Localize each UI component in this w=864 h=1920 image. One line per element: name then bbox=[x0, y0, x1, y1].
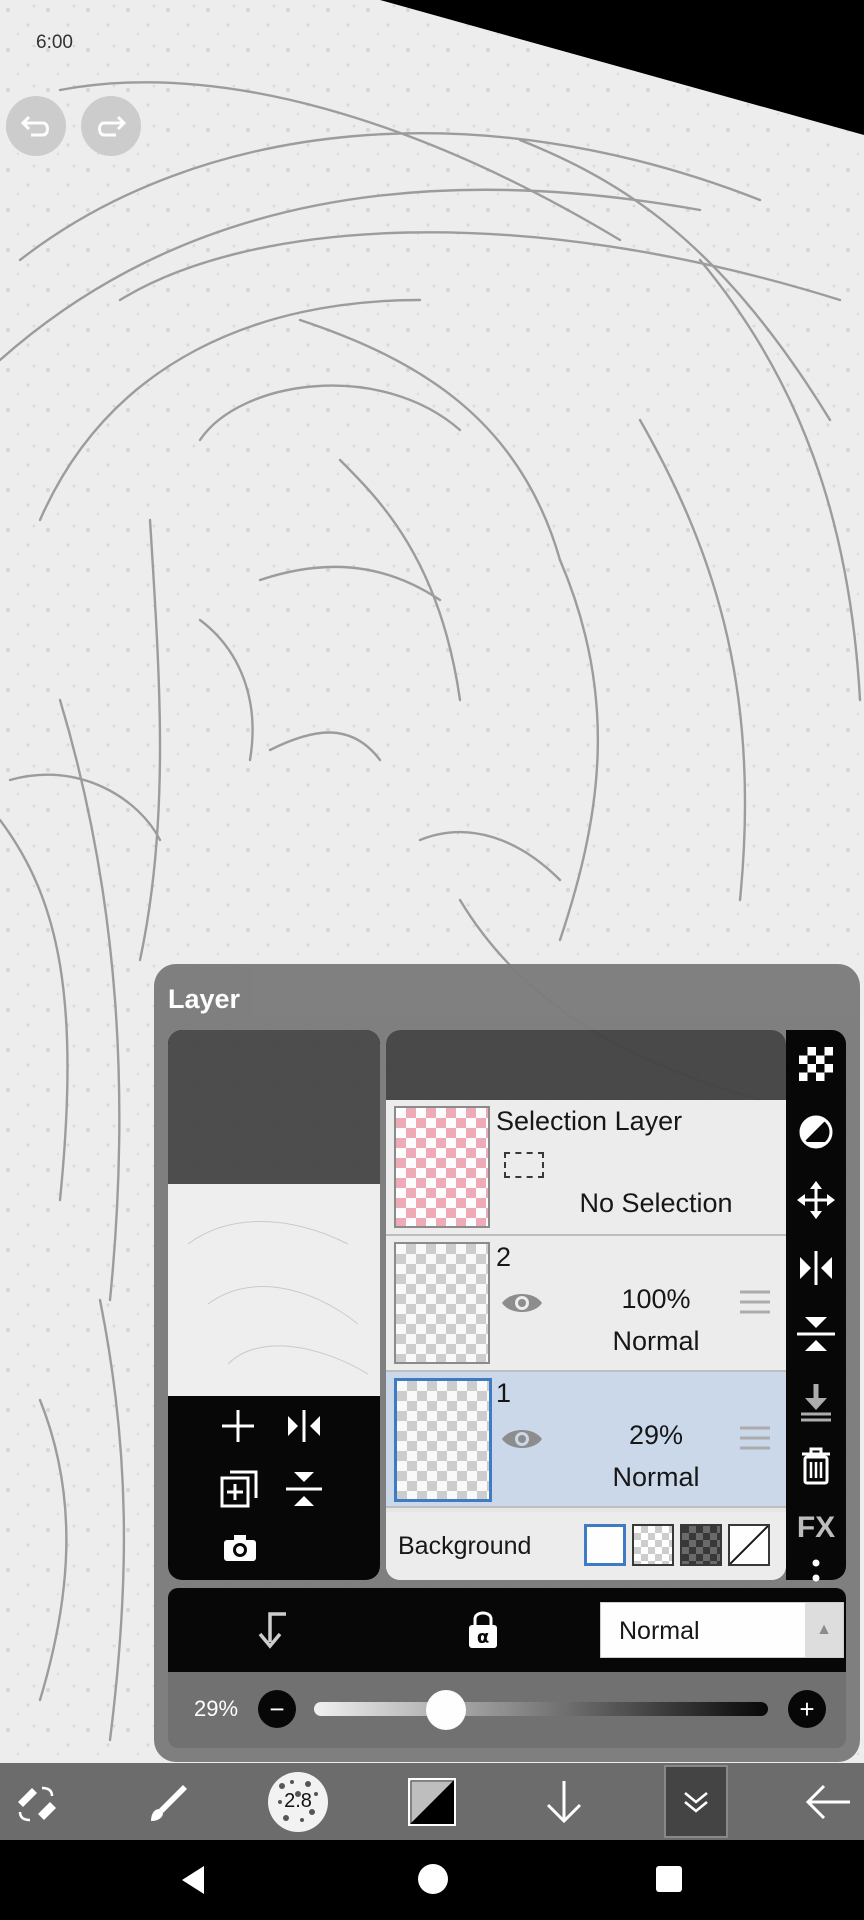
arrow-left-icon bbox=[805, 1784, 850, 1819]
layer-blend-mode: Normal bbox=[612, 1462, 700, 1492]
background-white-swatch[interactable] bbox=[584, 1524, 626, 1566]
selection-layer-thumbnail bbox=[394, 1106, 490, 1228]
merge-down-icon[interactable] bbox=[786, 1380, 846, 1424]
background-checker-light-swatch[interactable] bbox=[632, 1524, 674, 1566]
add-layer-icon[interactable] bbox=[220, 1408, 256, 1444]
background-row: Background bbox=[386, 1512, 786, 1580]
brush-tool-button[interactable] bbox=[136, 1763, 200, 1840]
opacity-increase-button[interactable]: + bbox=[788, 1690, 826, 1728]
layer-number: 2 bbox=[496, 1242, 512, 1272]
flip-horizontal-icon[interactable] bbox=[786, 1248, 846, 1288]
layer-blend-mode: Normal bbox=[612, 1326, 700, 1356]
layer-panel: Layer Selection Layer No Selection 2 100… bbox=[154, 964, 860, 1762]
color-swatch-icon bbox=[408, 1777, 456, 1826]
arrow-down-icon bbox=[546, 1780, 582, 1823]
flip-canvas-horizontal-icon[interactable] bbox=[284, 1408, 324, 1444]
layer-thumbnail bbox=[394, 1242, 490, 1364]
opacity-bar: 29% − + bbox=[168, 1672, 846, 1748]
nav-back-button[interactable] bbox=[178, 1864, 208, 1901]
minus-icon: − bbox=[269, 1694, 285, 1724]
selection-status: No Selection bbox=[579, 1188, 733, 1218]
status-time: 6:00 bbox=[36, 32, 73, 53]
nav-home-button[interactable] bbox=[418, 1864, 448, 1894]
flip-canvas-vertical-icon[interactable] bbox=[284, 1470, 324, 1508]
layer-thumbnail bbox=[394, 1378, 492, 1502]
blend-mode-select[interactable]: Normal ▲ bbox=[600, 1602, 844, 1658]
opacity-decrease-button[interactable]: − bbox=[258, 1690, 296, 1728]
background-label: Background bbox=[398, 1532, 532, 1560]
layer-row-2[interactable]: 2 100% Normal bbox=[386, 1236, 786, 1372]
layer-side-toolbar: FX bbox=[786, 1030, 846, 1597]
clipping-icon[interactable] bbox=[256, 1610, 290, 1655]
double-chevron-down-icon bbox=[684, 1791, 708, 1813]
pen-eraser-swap-icon bbox=[18, 1786, 56, 1821]
layer-row-1[interactable]: 1 29% Normal bbox=[386, 1372, 786, 1508]
triangle-back-icon bbox=[182, 1866, 204, 1894]
system-nav-bar bbox=[0, 1840, 864, 1920]
back-button[interactable] bbox=[796, 1763, 860, 1840]
opacity-slider-thumb[interactable] bbox=[425, 1690, 466, 1730]
svg-text:α: α bbox=[477, 1627, 489, 1648]
import-button[interactable] bbox=[532, 1763, 596, 1840]
trash-icon[interactable] bbox=[786, 1444, 846, 1488]
redo-icon bbox=[98, 115, 127, 137]
color-button[interactable] bbox=[400, 1763, 464, 1840]
circle-half-icon[interactable] bbox=[786, 1112, 846, 1152]
duplicate-layer-icon[interactable] bbox=[220, 1470, 258, 1508]
brush-preview: 2.8 bbox=[268, 1771, 328, 1832]
nav-recents-button[interactable] bbox=[656, 1866, 682, 1892]
brush-icon bbox=[151, 1784, 187, 1821]
chevron-up-icon: ▲ bbox=[805, 1603, 843, 1657]
brush-size-value: 2.8 bbox=[284, 1789, 312, 1812]
selection-dashed-icon bbox=[504, 1152, 544, 1178]
plus-icon: + bbox=[799, 1694, 815, 1724]
drag-handle-icon[interactable] bbox=[738, 1288, 772, 1321]
layer-options-bar: α Normal ▲ bbox=[168, 1588, 846, 1672]
drag-handle-icon[interactable] bbox=[738, 1424, 772, 1457]
flip-vertical-icon[interactable] bbox=[786, 1314, 846, 1354]
bottom-toolbar: 2.8 bbox=[0, 1763, 864, 1840]
selection-layer-row[interactable]: Selection Layer No Selection bbox=[386, 1100, 786, 1236]
tool-switch-button[interactable] bbox=[6, 1763, 66, 1840]
fx-icon[interactable]: FX bbox=[786, 1508, 846, 1548]
alpha-lock-icon[interactable]: α bbox=[466, 1608, 500, 1655]
layer-list: Selection Layer No Selection 2 100% Norm… bbox=[386, 1030, 786, 1580]
camera-icon[interactable] bbox=[222, 1532, 258, 1564]
blend-mode-value: Normal bbox=[619, 1617, 700, 1645]
selection-layer-title: Selection Layer bbox=[496, 1106, 683, 1136]
layer-number: 1 bbox=[496, 1378, 512, 1408]
undo-icon bbox=[20, 115, 49, 137]
layer-list-header bbox=[386, 1030, 786, 1100]
undo-button[interactable] bbox=[6, 96, 66, 156]
brush-size-button[interactable]: 2.8 bbox=[266, 1763, 330, 1840]
preview-dark-area bbox=[168, 1030, 380, 1184]
panel-title: Layer bbox=[168, 984, 241, 1014]
move-icon[interactable] bbox=[786, 1180, 846, 1220]
layer-preview bbox=[168, 1030, 380, 1580]
checker-icon[interactable] bbox=[786, 1044, 846, 1084]
layer-panel-toggle-button[interactable] bbox=[664, 1765, 728, 1838]
preview-thumbnail bbox=[168, 1184, 380, 1396]
background-none-swatch[interactable] bbox=[728, 1524, 770, 1566]
opacity-label: 29% bbox=[194, 1696, 239, 1721]
background-checker-dark-swatch[interactable] bbox=[680, 1524, 722, 1566]
opacity-slider-track[interactable] bbox=[314, 1702, 768, 1716]
redo-button[interactable] bbox=[81, 96, 141, 156]
